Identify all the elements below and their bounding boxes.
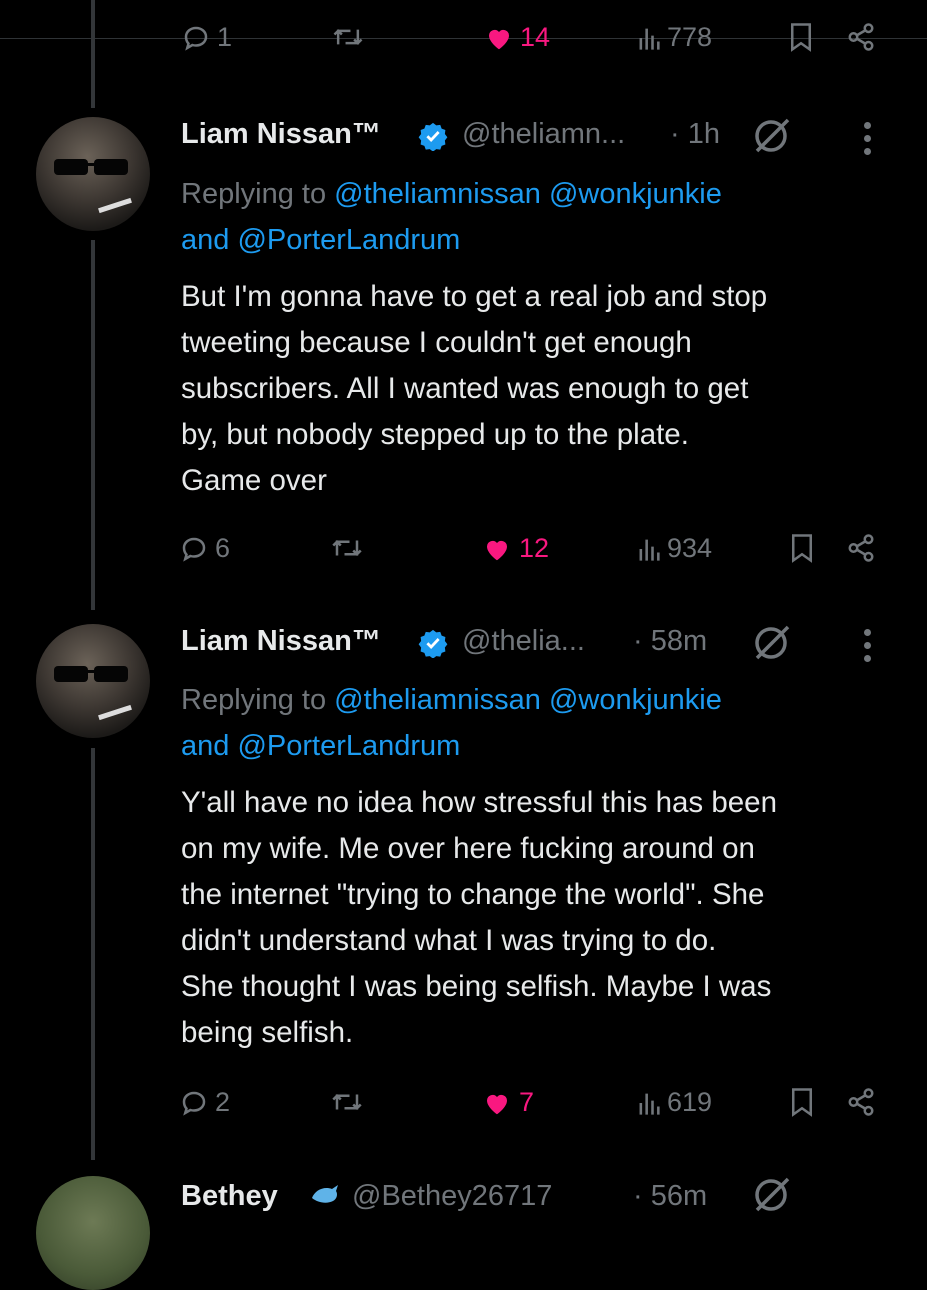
avatar[interactable] [36, 624, 150, 738]
views-icon [639, 539, 660, 561]
retweet-icon [332, 1093, 362, 1111]
views-button[interactable]: 619 [637, 1087, 712, 1118]
reply-icon [182, 1091, 206, 1116]
mention-link[interactable]: @theliamnissan @wonkjunkie [334, 684, 722, 716]
replying-to: Replying to @theliamnissan @wonkjunkie a… [181, 684, 722, 762]
mention-and: and [181, 224, 230, 256]
heart-icon [487, 1094, 507, 1114]
grok-icon[interactable] [750, 620, 794, 664]
tweet-text: But I'm gonna have to get a real job and… [181, 280, 768, 497]
timestamp[interactable]: · 1h [670, 118, 720, 151]
tweet-text: Y'all have no idea how stressful this ha… [181, 786, 777, 1049]
views-icon [639, 28, 660, 50]
sunglasses-avatar-graphic [54, 666, 128, 682]
reply-button[interactable]: 6 [179, 533, 230, 564]
top-partial-actions: 1 14 778 [0, 0, 927, 58]
view-count: 619 [667, 1087, 713, 1117]
top-reply-button[interactable]: 1 [181, 22, 232, 53]
share-icon [848, 23, 874, 51]
top-views-button[interactable]: 778 [637, 22, 712, 53]
cigarette-graphic [98, 197, 132, 214]
retweet-icon [332, 539, 362, 557]
grok-icon[interactable] [750, 113, 794, 157]
bookmark-icon [792, 534, 812, 563]
like-button[interactable]: 12 [481, 533, 549, 564]
author-name[interactable]: Liam Nissan™ [181, 625, 381, 658]
timestamp[interactable]: · 58m [633, 625, 707, 658]
author-name[interactable]: Liam Nissan™ [181, 118, 381, 151]
like-button[interactable]: 7 [481, 1087, 534, 1118]
top-view-count: 778 [667, 22, 713, 52]
share-icon [848, 1088, 874, 1116]
reply-icon [184, 26, 208, 51]
views-button[interactable]: 934 [637, 533, 712, 564]
author-name[interactable]: Bethey [181, 1180, 278, 1213]
verified-icon [418, 122, 448, 151]
reply-button[interactable]: 2 [179, 1087, 230, 1118]
retweet-button[interactable] [330, 533, 364, 563]
reply-count: 2 [215, 1087, 231, 1117]
top-bookmark-button[interactable] [788, 22, 814, 52]
top-share-button[interactable] [846, 22, 876, 52]
thread-line [91, 748, 95, 1160]
thread-line [91, 240, 95, 610]
share-button[interactable] [846, 533, 876, 563]
cigarette-graphic [98, 704, 132, 721]
reply-icon [182, 537, 206, 562]
retweet-icon [333, 29, 363, 45]
heart-icon [487, 540, 507, 560]
like-count: 7 [519, 1087, 535, 1117]
bookmark-button[interactable] [789, 533, 815, 563]
mention-link[interactable]: @PorterLandrum [237, 224, 460, 256]
avatar[interactable] [36, 1176, 150, 1290]
mention-link[interactable]: @PorterLandrum [237, 730, 460, 762]
mention-and: and [181, 730, 230, 762]
sunglasses-avatar-graphic [54, 159, 128, 175]
replying-to: Replying to @theliamnissan @wonkjunkie a… [181, 178, 722, 256]
heart-icon [489, 29, 509, 49]
more-icon[interactable] [864, 629, 872, 668]
top-retweet-button[interactable] [332, 22, 364, 52]
bird-emoji-icon [312, 1185, 338, 1203]
verified-icon [418, 629, 448, 658]
top-reply-count: 1 [217, 22, 233, 52]
bookmark-icon [791, 23, 811, 52]
mention-link[interactable]: @theliamnissan @wonkjunkie [334, 178, 722, 210]
share-button[interactable] [846, 1087, 876, 1117]
avatar[interactable] [36, 117, 150, 231]
share-icon [848, 534, 874, 562]
bookmark-button[interactable] [789, 1087, 815, 1117]
top-like-count: 14 [520, 22, 551, 52]
author-handle[interactable]: @Bethey26717 [352, 1180, 552, 1213]
more-icon[interactable] [864, 122, 872, 161]
view-count: 934 [667, 533, 713, 563]
author-handle[interactable]: @thelia... [462, 625, 585, 658]
bookmark-icon [792, 1088, 812, 1117]
timestamp[interactable]: · 56m [633, 1180, 707, 1213]
grok-icon[interactable] [750, 1172, 794, 1216]
top-like-button[interactable]: 14 [484, 22, 550, 53]
views-icon [639, 1093, 660, 1115]
author-handle[interactable]: @theliamn... [462, 118, 625, 151]
reply-count: 6 [215, 533, 231, 563]
retweet-button[interactable] [330, 1087, 364, 1117]
like-count: 12 [519, 533, 550, 563]
